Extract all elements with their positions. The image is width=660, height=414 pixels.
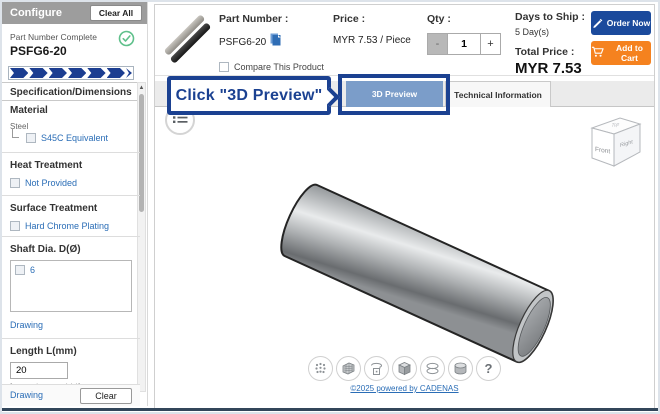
shaft-drawing-link[interactable]: Drawing [10,320,43,330]
heat-treatment-section-title: Heat Treatment [10,160,82,171]
heat-treatment-option-label: Not Provided [25,178,77,188]
section-divider [2,152,140,153]
clear-all-button[interactable]: Clear All [90,5,142,21]
surface-treatment-option-row[interactable]: Hard Chrome Plating [10,221,109,231]
help-glyph: ? [485,361,493,376]
price-label: Price : [333,13,411,25]
days-to-ship-label: Days to Ship : [515,11,585,23]
product-header: Part Number : PSFG6-20 Compare This Prod… [155,5,654,76]
spec-dimensions-header: Specification/Dimensions [2,82,140,101]
configuration-progress-bar [8,66,134,80]
page-bottom-border [2,408,660,411]
material-option-label: S45C Equivalent [41,133,108,143]
clear-button[interactable]: Clear [80,388,132,404]
configured-part-number: PSFG6-20 [10,44,67,58]
section-divider [2,195,140,196]
sidebar-header: Configure Clear All [2,2,147,24]
action-buttons: Order Now Add to Cart [591,11,651,65]
length-section-title: Length L(mm) [10,346,77,357]
shaft-dia-listbox[interactable]: 6 [10,260,132,312]
complete-check-icon [118,30,135,52]
progress-segment [87,68,105,78]
progress-segment [107,68,125,78]
product-thumbnail [165,9,211,65]
progress-segment [10,68,28,78]
section-divider [2,236,140,237]
cadenas-credit-link[interactable]: ©2025 powered by CADENAS [350,384,458,393]
compare-product-row[interactable]: Compare This Product [219,62,324,72]
add-to-cart-label: Add to Cart [608,43,651,63]
viewer-footer: ©2025 powered by CADENAS [155,378,654,396]
part-number-value: PSFG6-20 [219,37,266,48]
sidebar-title: Configure [10,7,62,19]
3d-shaft-model [277,173,607,378]
quantity-decrease-button[interactable]: - [427,33,448,55]
order-now-button[interactable]: Order Now [591,11,651,35]
part-number-status-label: Part Number Complete [10,32,97,42]
days-to-ship-column: Days to Ship : 5 Day(s) Total Price : MY… [515,11,585,77]
compare-label: Compare This Product [234,62,324,72]
material-option-row[interactable]: S45C Equivalent [26,133,108,143]
quantity-label: Qty : [427,13,501,25]
price-value: MYR 7.53 / Piece [333,35,411,46]
progress-segment [68,68,86,78]
heat-treatment-option-row[interactable]: Not Provided [10,178,77,188]
tab-technical-information[interactable]: Technical Information [445,81,551,107]
copy-part-number-icon[interactable] [270,33,281,51]
progress-segment-tip [126,68,132,78]
product-detail-panel: Part Number : PSFG6-20 Compare This Prod… [154,4,655,409]
shaft-dia-option-label: 6 [30,265,35,275]
shaft-dia-checkbox[interactable] [15,265,25,275]
progress-segment [29,68,47,78]
length-drawing-link[interactable]: Drawing [10,390,43,400]
scrollbar-up-arrow[interactable]: ▲ [138,84,145,93]
material-checkbox[interactable] [26,133,36,143]
quantity-stepper: - + [427,33,501,55]
progress-segment [49,68,67,78]
product-configurator-page: Configure Clear All Part Number Complete… [0,0,660,414]
total-price-label: Total Price : [515,46,585,58]
tutorial-callout: Click "3D Preview" [167,76,331,115]
tutorial-callout-text: Click "3D Preview" [176,87,323,105]
quantity-increase-button[interactable]: + [480,33,501,55]
total-price-value: MYR 7.53 [515,60,585,77]
order-pen-icon [592,17,603,30]
surface-treatment-option-label: Hard Chrome Plating [25,221,109,231]
sidebar-footer: Drawing Clear [2,384,140,406]
part-number-label: Part Number : [219,13,324,25]
tree-branch-line [12,129,19,138]
shaft-dia-section-title: Shaft Dia. D(Ø) [10,244,81,255]
add-to-cart-button[interactable]: Add to Cart [591,41,651,65]
shaft-dia-option-row[interactable]: 6 [15,265,131,275]
heat-treatment-checkbox[interactable] [10,178,20,188]
surface-treatment-section-title: Surface Treatment [10,203,97,214]
section-divider [2,338,140,339]
tab-3d-preview[interactable]: 3D Preview [346,81,443,107]
quantity-input[interactable] [448,33,481,55]
3d-viewport[interactable]: Front Right Top [155,107,654,409]
part-number-column: Part Number : PSFG6-20 Compare This Prod… [219,13,324,72]
sidebar-scrollbar[interactable]: ▲ [137,82,146,392]
quantity-column: Qty : - + [427,13,501,55]
material-section-title: Material [10,105,48,116]
compare-checkbox[interactable] [219,62,229,72]
cart-icon [591,46,604,60]
configure-sidebar: Configure Clear All Part Number Complete… [2,2,148,406]
days-to-ship-value: 5 Day(s) [515,27,585,37]
view-cube[interactable]: Front Right Top [584,111,646,180]
price-column: Price : MYR 7.53 / Piece [333,13,411,46]
order-now-label: Order Now [607,18,650,28]
length-input[interactable] [10,362,68,379]
surface-treatment-checkbox[interactable] [10,221,20,231]
